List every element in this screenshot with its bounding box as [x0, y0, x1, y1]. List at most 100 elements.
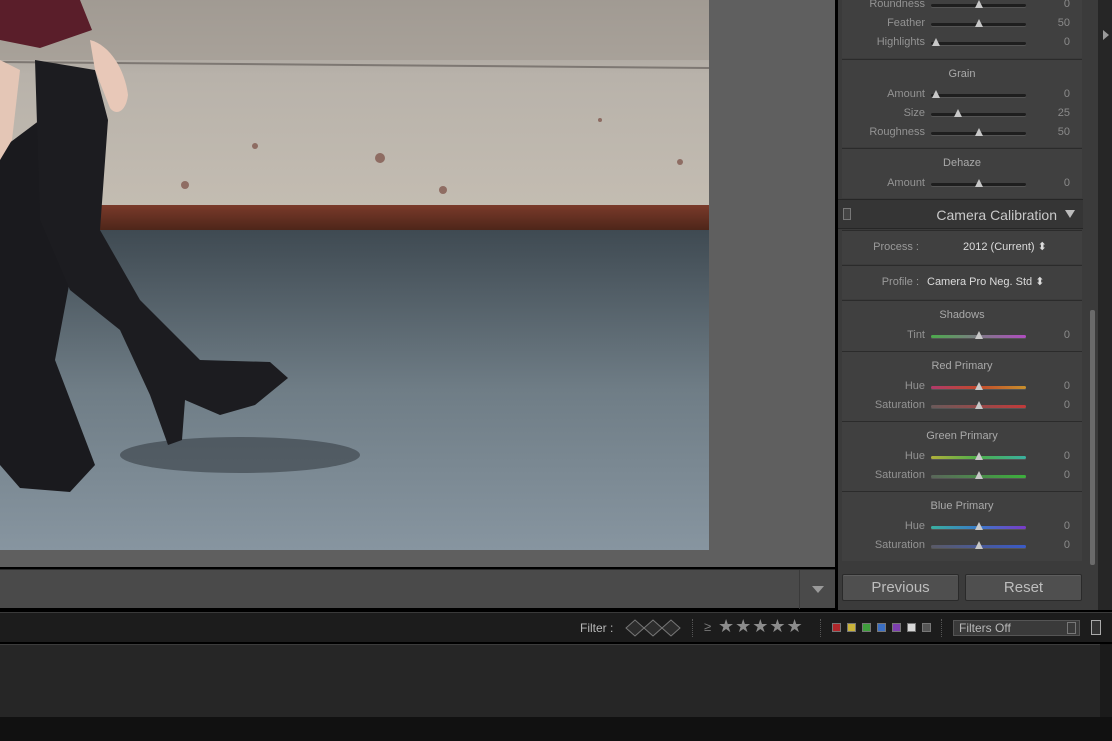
slider-value[interactable]: 0	[1064, 539, 1070, 551]
filmstrip[interactable]	[0, 644, 1100, 717]
panel-scrollbar[interactable]	[1090, 310, 1095, 565]
slider-value[interactable]: 0	[1064, 450, 1070, 462]
slider-value[interactable]: 50	[1058, 126, 1070, 138]
profile-select[interactable]: Camera Pro Neg. Std ⬍	[927, 275, 1044, 288]
toolbar-content-menu-button[interactable]	[799, 570, 835, 609]
slider-value[interactable]: 25	[1058, 107, 1070, 119]
slider-label: Tint	[907, 329, 925, 341]
slider-highlights[interactable]: Highlights 0	[842, 35, 1082, 51]
slider-track[interactable]	[931, 128, 1026, 136]
slider-track[interactable]	[931, 452, 1026, 460]
blue-primary-section: Blue Primary Hue 0 Saturation 0	[842, 491, 1082, 561]
slider-green-saturation[interactable]: Saturation 0	[842, 468, 1082, 484]
slider-thumb[interactable]	[974, 401, 983, 409]
slider-track[interactable]	[931, 541, 1026, 549]
slider-thumb[interactable]	[974, 0, 983, 8]
slider-value[interactable]: 0	[1064, 469, 1070, 481]
slider-track[interactable]	[931, 179, 1026, 187]
custom-label-filter[interactable]	[907, 623, 916, 632]
red-primary-title: Red Primary	[931, 360, 993, 372]
no-label-filter[interactable]	[922, 623, 931, 632]
slider-thumb[interactable]	[974, 452, 983, 460]
slider-label: Amount	[887, 88, 925, 100]
slider-label: Roughness	[869, 126, 925, 138]
slider-thumb[interactable]	[931, 90, 940, 98]
purple-label-filter[interactable]	[892, 623, 901, 632]
red-label-filter[interactable]	[832, 623, 841, 632]
slider-thumb[interactable]	[974, 522, 983, 530]
shadows-section: Shadows Tint 0	[842, 300, 1082, 351]
slider-thumb[interactable]	[974, 128, 983, 136]
slider-thumb[interactable]	[974, 179, 983, 187]
slider-grain-amount[interactable]: Amount 0	[842, 87, 1082, 103]
slider-blue-hue[interactable]: Hue 0	[842, 519, 1082, 535]
slider-thumb[interactable]	[974, 382, 983, 390]
profile-row: Profile : Camera Pro Neg. Std ⬍	[842, 265, 1082, 299]
image-canvas[interactable]	[0, 0, 835, 567]
slider-value[interactable]: 0	[1064, 177, 1070, 189]
collapse-triangle-icon[interactable]	[1065, 210, 1075, 218]
flag-filter-icon[interactable]	[624, 618, 684, 638]
camera-calibration-title[interactable]: Camera Calibration	[936, 207, 1057, 223]
slider-track[interactable]	[931, 401, 1026, 409]
star-rating-filter-icon[interactable]: ★★★★★	[718, 616, 804, 637]
photo-preview[interactable]	[0, 0, 709, 550]
slider-value[interactable]: 0	[1064, 36, 1070, 48]
green-primary-section: Green Primary Hue 0 Saturation 0	[842, 421, 1082, 491]
green-label-filter[interactable]	[862, 623, 871, 632]
slider-track[interactable]	[931, 0, 1026, 8]
process-select[interactable]: 2012 (Current) ⬍	[963, 240, 1047, 253]
slider-red-saturation[interactable]: Saturation 0	[842, 398, 1082, 414]
slider-grain-roughness[interactable]: Roughness 50	[842, 125, 1082, 141]
slider-thumb[interactable]	[931, 38, 940, 46]
slider-label: Saturation	[874, 539, 925, 551]
grain-section: Grain Amount 0 Size 25 Roughness 50	[842, 59, 1082, 147]
slider-track[interactable]	[931, 382, 1026, 390]
filter-lock-icon[interactable]	[1091, 620, 1101, 635]
camera-calibration-header[interactable]: Camera Calibration	[838, 199, 1083, 229]
slider-thumb[interactable]	[974, 541, 983, 549]
slider-value[interactable]: 0	[1064, 399, 1070, 411]
slider-dehaze-amount[interactable]: Amount 0	[842, 176, 1082, 192]
panel-edge	[1098, 0, 1112, 610]
slider-thumb[interactable]	[953, 109, 962, 117]
slider-label: Hue	[904, 520, 925, 532]
previous-button[interactable]: Previous	[842, 574, 959, 601]
slider-green-hue[interactable]: Hue 0	[842, 449, 1082, 465]
slider-label: Highlights	[876, 36, 925, 48]
yellow-label-filter[interactable]	[847, 623, 856, 632]
reset-button[interactable]: Reset	[965, 574, 1082, 601]
slider-track[interactable]	[931, 38, 1026, 46]
grain-title: Grain	[948, 68, 976, 80]
rating-operator[interactable]: ≥	[704, 619, 711, 634]
panel-toggle-switch[interactable]	[843, 208, 851, 220]
slider-track[interactable]	[931, 331, 1026, 339]
chevron-right-icon[interactable]	[1103, 30, 1109, 40]
slider-roundness[interactable]: Roundness 0	[842, 0, 1082, 13]
slider-value[interactable]: 50	[1058, 17, 1070, 29]
slider-red-hue[interactable]: Hue 0	[842, 379, 1082, 395]
filter-preset-select[interactable]: Filters Off	[953, 620, 1080, 636]
slider-thumb[interactable]	[974, 331, 983, 339]
slider-blue-saturation[interactable]: Saturation 0	[842, 538, 1082, 554]
slider-value[interactable]: 0	[1064, 88, 1070, 100]
slider-value[interactable]: 0	[1064, 0, 1070, 10]
toolbar	[0, 569, 835, 609]
blue-label-filter[interactable]	[877, 623, 886, 632]
filter-label: Filter :	[580, 621, 614, 635]
shadows-title: Shadows	[939, 309, 985, 321]
slider-track[interactable]	[931, 109, 1026, 117]
slider-value[interactable]: 0	[1064, 520, 1070, 532]
slider-feather[interactable]: Feather 50	[842, 16, 1082, 32]
slider-value[interactable]: 0	[1064, 329, 1070, 341]
slider-value[interactable]: 0	[1064, 380, 1070, 392]
slider-grain-size[interactable]: Size 25	[842, 106, 1082, 122]
slider-track[interactable]	[931, 471, 1026, 479]
slider-thumb[interactable]	[974, 19, 983, 27]
slider-track[interactable]	[931, 19, 1026, 27]
slider-track[interactable]	[931, 522, 1026, 530]
slider-thumb[interactable]	[974, 471, 983, 479]
dehaze-section: Dehaze Amount 0	[842, 148, 1082, 198]
slider-track[interactable]	[931, 90, 1026, 98]
slider-shadows-tint[interactable]: Tint 0	[842, 328, 1082, 344]
